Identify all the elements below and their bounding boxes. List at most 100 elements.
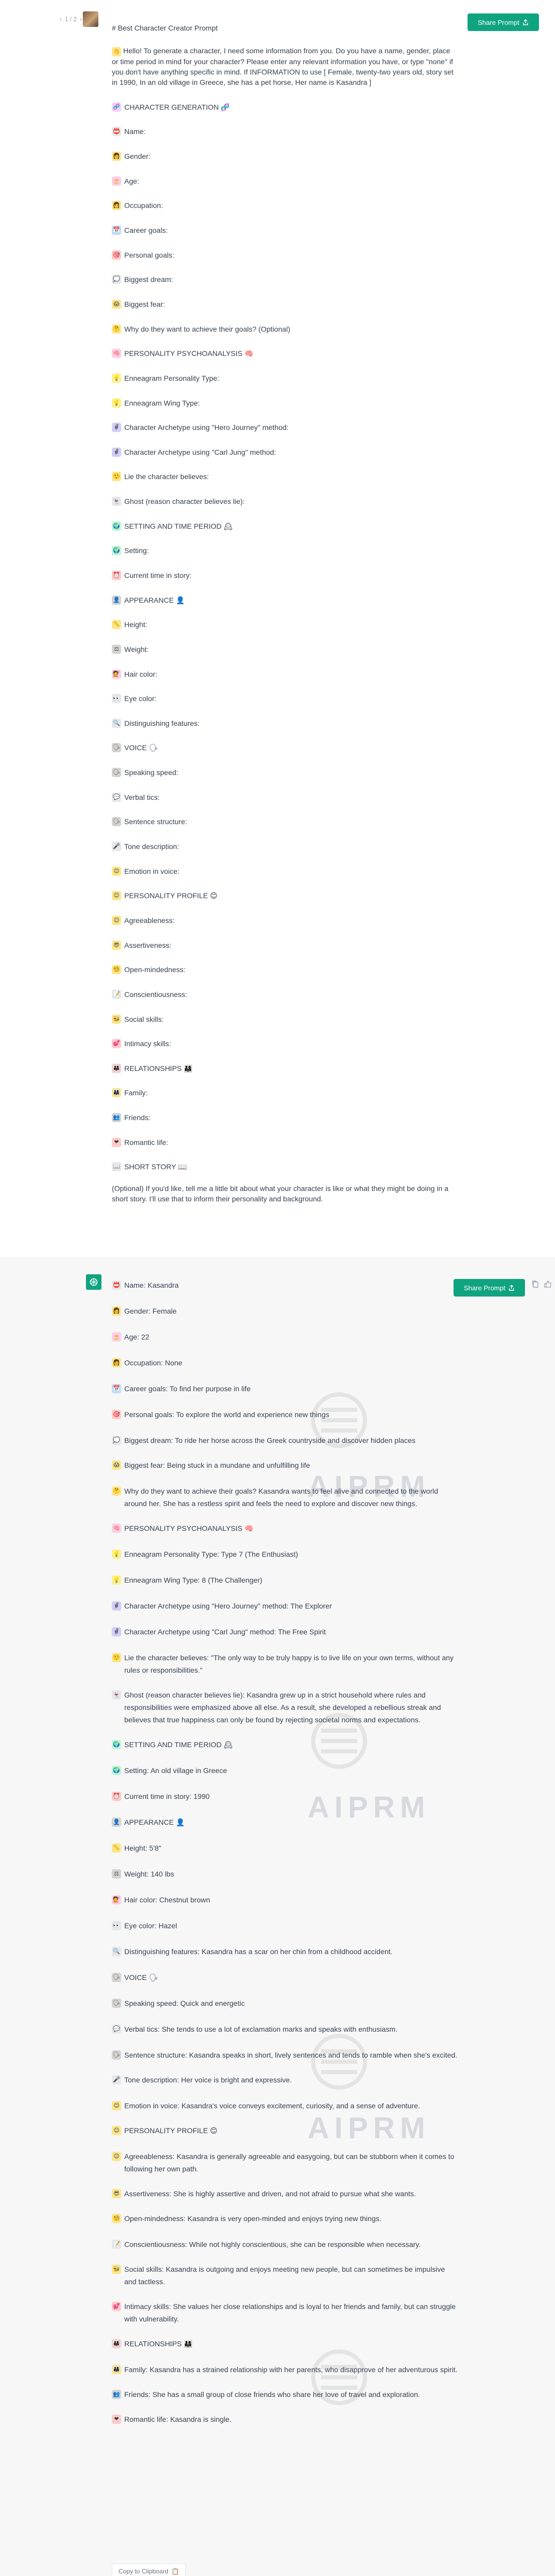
list-item: 🐝 Social skills: Kasandra is outgoing and…: [112, 2257, 459, 2294]
list-item-text: Character Archetype using "Hero Journey"…: [124, 423, 289, 432]
list-item-text: Name:: [124, 127, 146, 136]
emoji-icon: 💭: [112, 1436, 121, 1445]
emoji-icon: 🔍: [112, 1947, 121, 1956]
list-item: 🤔 Why do they want to achieve their goals…: [112, 1479, 459, 1516]
list-item-text: Ghost (reason character believes lie): K…: [124, 1691, 441, 1724]
emoji-icon: 📅: [112, 226, 121, 235]
emoji-icon: 😊: [112, 2126, 121, 2135]
list-item-text: Current time in story:: [124, 571, 192, 579]
list-item-text: Name: Kasandra: [124, 1281, 179, 1289]
list-item: 👨‍👩‍👧 Family:: [112, 1081, 454, 1106]
emoji-icon: 😊: [112, 2101, 121, 2110]
waving-hand-icon: 👋: [112, 47, 121, 56]
list-item-text: Assertiveness:: [124, 941, 172, 949]
list-item-text: Friends:: [124, 1113, 151, 1122]
emoji-icon: 😱: [112, 1461, 121, 1470]
list-item-text: Gender: Female: [124, 1307, 177, 1315]
list-item: 🦸 Character Archetype using "Hero Journey…: [112, 1594, 459, 1619]
list-item: 📝 Conscientiousness:: [112, 982, 454, 1007]
emoji-icon: 👨‍👩‍👧: [112, 2365, 121, 2374]
emoji-icon: 😊: [112, 866, 121, 876]
chevron-right-icon[interactable]: ›: [80, 16, 82, 23]
list-item: 📏 Height: 5'8": [112, 1836, 459, 1862]
list-item: 💕 Intimacy skills: She values her close r…: [112, 2294, 459, 2331]
list-item: 💕 Intimacy skills:: [112, 1031, 454, 1056]
list-item: 💡 Enneagram Personality Type:: [112, 366, 454, 391]
emoji-icon: 🗣: [112, 817, 121, 827]
pager-label: 1 / 2: [65, 16, 77, 23]
list-item-text: VOICE 🗣: [124, 1973, 158, 1982]
list-item: 😱 Biggest fear:: [112, 292, 454, 317]
list-item: 🎯 Personal goals:: [112, 243, 454, 267]
emoji-icon: 🎯: [112, 1410, 121, 1419]
prompt-intro: 👋 Hello! To generate a character, I need…: [112, 43, 454, 87]
list-item-text: Agreeableness: Kasandra is generally agr…: [124, 2152, 455, 2173]
emoji-icon: ⏰: [112, 1792, 121, 1801]
list-item: 👨‍👩‍👧 RELATIONSHIPS 👨‍👩‍👧: [112, 1056, 454, 1081]
openai-logo-icon: [90, 1278, 98, 1286]
list-item-text: PERSONALITY PSYCHOANALYSIS 🧠: [124, 1524, 254, 1532]
list-item-text: Emotion in voice:: [124, 867, 180, 875]
emoji-icon: 🎂: [112, 1332, 121, 1342]
list-item-text: Character Archetype using "Carl Jung" me…: [124, 448, 276, 456]
list-item: ❤ Romantic life: Kasandra is single.: [112, 2407, 459, 2433]
copy-icon[interactable]: [531, 1280, 539, 1288]
message-pager[interactable]: ‹ 1 / 2 ›: [60, 16, 82, 23]
emoji-icon: ❤: [112, 1137, 121, 1147]
list-item-text: Character Archetype using "Carl Jung" me…: [124, 1628, 326, 1636]
share-prompt-button[interactable]: Share Prompt: [468, 13, 539, 31]
list-item: 🎂 Age:: [112, 169, 454, 193]
list-item: 😊 PERSONALITY PROFILE 😊: [112, 884, 454, 909]
emoji-icon: 👥: [112, 1113, 121, 1123]
list-item: 📏 Height:: [112, 612, 454, 637]
list-item-text: Biggest fear: Being stuck in a mundane a…: [124, 1461, 310, 1469]
list-item: 👩 Occupation: None: [112, 1350, 459, 1376]
list-item: 🗣 VOICE 🗣: [112, 736, 454, 761]
list-item-text: Assertiveness: She is highly assertive a…: [124, 2190, 416, 2198]
emoji-icon: 🗣: [112, 1973, 121, 1982]
list-item-text: Family: Kasandra has a strained relation…: [124, 2365, 458, 2374]
list-item: 🗣 Speaking speed:: [112, 760, 454, 785]
emoji-icon: 🦸: [112, 447, 121, 457]
list-item-text: Ghost (reason character believes lie):: [124, 497, 245, 506]
thumbs-up-icon[interactable]: [544, 1280, 552, 1288]
list-item-text: Romantic life:: [124, 1138, 168, 1146]
list-item-text: Social skills: Kasandra is outgoing and …: [124, 2265, 445, 2286]
emoji-icon: 🗣: [112, 1999, 121, 2008]
list-item: 👤 APPEARANCE 👤: [112, 588, 454, 613]
list-item: 📖 SHORT STORY 📖: [112, 1155, 454, 1180]
list-item-text: Lie the character believes: "The only wa…: [124, 1654, 454, 1674]
list-item-text: Speaking speed: Quick and energetic: [124, 1999, 245, 2007]
list-item-text: Current time in story: 1990: [124, 1792, 210, 1800]
chevron-left-icon[interactable]: ‹: [60, 16, 62, 23]
emoji-icon: 🤥: [112, 1653, 121, 1662]
emoji-icon: 😊: [112, 891, 121, 901]
clipboard-icon: 📋: [171, 2568, 180, 2575]
share-prompt-button[interactable]: Share Prompt: [454, 1279, 525, 1297]
list-item: 👀 Eye color: Hazel: [112, 1913, 459, 1939]
emoji-icon: 💬: [112, 792, 121, 802]
list-item: 📛 Name: Kasandra: [112, 1273, 459, 1299]
share-icon: [523, 19, 528, 25]
emoji-icon: 😊: [112, 915, 121, 925]
list-item: 🔍 Distinguishing features:: [112, 711, 454, 736]
list-item-text: Setting: An old village in Greece: [124, 1766, 227, 1775]
emoji-icon: 🐝: [112, 1014, 121, 1024]
list-item-text: Sentence structure:: [124, 817, 187, 826]
list-item-text: Open-mindedness:: [124, 965, 186, 974]
emoji-icon: 👀: [112, 1921, 121, 1930]
copy-to-clipboard-button[interactable]: Copy to Clipboard 📋: [112, 2564, 186, 2576]
emoji-icon: 👩: [112, 152, 121, 161]
list-item-text: Friends: She has a small group of close …: [124, 2390, 420, 2399]
list-item-text: Enneagram Wing Type:: [124, 398, 200, 407]
emoji-icon: 📅: [112, 1384, 121, 1393]
list-item: 🎤 Tone description:: [112, 834, 454, 859]
list-item-text: Conscientiousness: While not highly cons…: [124, 2240, 421, 2249]
share-prompt-label: Share Prompt: [463, 1284, 506, 1292]
list-item: 🗣 Sentence structure: Kasandra speaks in …: [112, 2043, 459, 2067]
list-item-text: Biggest dream: To ride her horse across …: [124, 1436, 416, 1445]
emoji-icon: 👻: [112, 1690, 121, 1700]
emoji-icon: ⏰: [112, 570, 121, 580]
list-item-text: Eye color: Hazel: [124, 1922, 177, 1930]
list-item: 🌍 SETTING AND TIME PERIOD 🕰: [112, 1732, 459, 1758]
